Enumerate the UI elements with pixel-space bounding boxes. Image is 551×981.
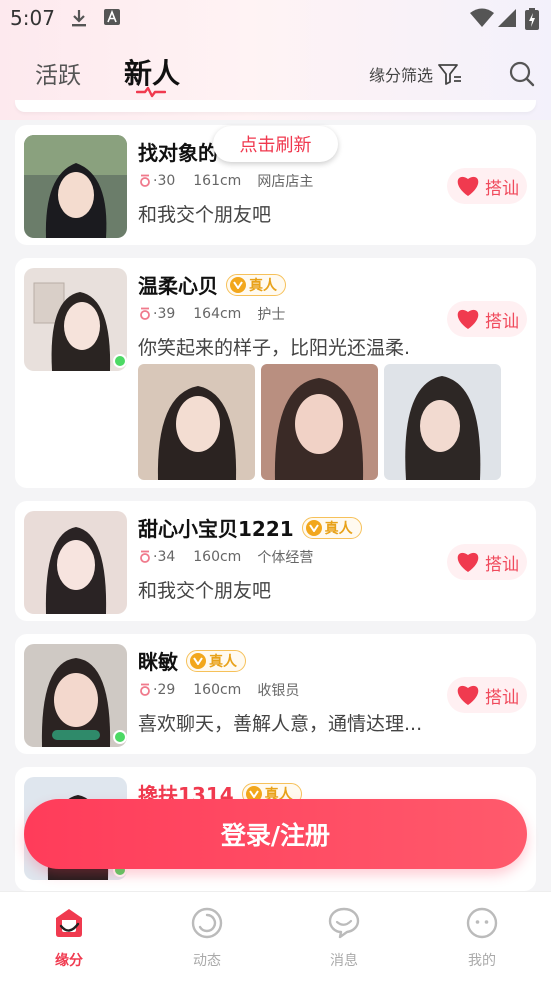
user-name: 温柔心贝 [138, 274, 218, 298]
verified-label: 真人 [249, 277, 277, 294]
wifi-icon [470, 8, 494, 27]
refresh-button[interactable]: 点击刷新 [213, 126, 338, 162]
tab-active-indicator [136, 86, 166, 98]
nav-item-moments[interactable]: 动态 [167, 906, 247, 970]
chat-up-label: 搭讪 [485, 554, 519, 575]
user-job: 网店店主 [257, 174, 314, 190]
nav-item-messages[interactable]: 消息 [304, 906, 384, 970]
user-photo[interactable] [138, 364, 255, 480]
verified-check-icon [190, 652, 206, 669]
user-name: 甜心小宝贝1221 [138, 517, 294, 541]
filter-label: 缘分筛选 [369, 66, 434, 85]
user-photo[interactable] [384, 364, 501, 480]
status-bar: 5:07 [0, 0, 551, 36]
nav-item-profile[interactable]: 我的 [442, 906, 522, 970]
user-info: ·29 160cm 收银员 [139, 680, 299, 700]
verified-label: 真人 [209, 653, 237, 670]
verified-check-icon [230, 276, 246, 293]
download-icon [72, 10, 86, 27]
user-card[interactable]: 甜心小宝贝1221 真人 ·34 160cm 个体经营 和我交个朋友吧 搭讪 [15, 501, 536, 621]
signal-icon [498, 9, 516, 27]
user-card[interactable]: 眯敏 真人 ·29 160cm 收银员 喜欢聊天，善解人意，通情达理... 搭讪 [15, 634, 536, 754]
chat-up-button[interactable]: 搭讪 [447, 301, 527, 337]
user-info: ·34 160cm 个体经营 [139, 547, 313, 567]
chat-up-button[interactable]: 搭讪 [447, 544, 527, 580]
nav-label: 动态 [193, 953, 221, 969]
user-job: 护士 [257, 307, 286, 323]
photo-gallery [138, 364, 501, 480]
chat-up-label: 搭讪 [485, 178, 519, 199]
user-height: 164cm [193, 306, 242, 322]
user-age: ·29 [153, 682, 176, 698]
top-header: 活跃 新人 缘分筛选 [0, 44, 551, 104]
heart-icon [457, 176, 479, 196]
user-name: 找对象的 [138, 141, 218, 165]
heart-icon [457, 309, 479, 329]
avatar[interactable] [24, 644, 127, 747]
verified-badge: 真人 [226, 273, 286, 296]
heart-icon [457, 685, 479, 705]
user-height: 161cm [193, 173, 242, 189]
user-job: 个体经营 [257, 550, 314, 566]
moments-icon [191, 907, 223, 939]
user-photo[interactable] [261, 364, 378, 480]
login-register-button[interactable]: 登录/注册 [24, 799, 527, 869]
user-age: ·34 [153, 549, 176, 565]
search-icon[interactable] [508, 60, 536, 88]
user-age: ·39 [153, 306, 176, 322]
female-icon [140, 550, 150, 563]
verified-label: 真人 [324, 520, 353, 537]
female-icon [140, 683, 150, 696]
list-top-edge [15, 100, 536, 112]
nav-label: 消息 [330, 953, 358, 969]
verified-badge: 真人 [186, 649, 246, 672]
nav-label: 我的 [468, 953, 496, 969]
female-icon [140, 307, 150, 320]
user-name: 眯敏 [138, 650, 178, 674]
user-bio: 你笑起来的样子，比阳光还温柔. [138, 337, 411, 359]
profile-icon [466, 907, 498, 939]
online-indicator [113, 730, 127, 744]
user-bio: 喜欢聊天，善解人意，通情达理... [138, 713, 423, 735]
chat-up-button[interactable]: 搭讪 [447, 168, 527, 204]
chat-up-button[interactable]: 搭讪 [447, 677, 527, 713]
user-card[interactable]: 温柔心贝 真人 ·39 164cm 护士 你笑起来的样子，比阳光还温柔. 搭讪 [15, 258, 536, 488]
avatar[interactable] [24, 511, 127, 614]
user-bio: 和我交个朋友吧 [138, 204, 272, 226]
verified-badge: 真人 [301, 516, 362, 539]
status-time: 5:07 [10, 6, 55, 30]
nav-item-fate[interactable]: 缘分 [29, 906, 109, 970]
user-height: 160cm [193, 549, 242, 565]
heart-icon [457, 552, 479, 572]
user-bio: 和我交个朋友吧 [138, 580, 272, 602]
chat-up-label: 搭讪 [485, 311, 519, 332]
nav-label: 缘分 [55, 953, 83, 969]
battery-icon [525, 8, 539, 30]
text-a-icon [104, 9, 120, 25]
bottom-nav: 缘分 动态 消息 我的 [0, 891, 551, 981]
message-icon [328, 907, 360, 939]
female-icon [140, 174, 150, 187]
user-height: 160cm [193, 682, 242, 698]
home-heart-icon [56, 909, 82, 937]
filter-icon [438, 64, 462, 85]
user-info: ·30 161cm 网店店主 [139, 171, 313, 191]
tab-active-users[interactable]: 活跃 [35, 56, 81, 90]
verified-check-icon [305, 519, 322, 536]
avatar[interactable] [24, 135, 127, 238]
online-indicator [113, 354, 127, 368]
avatar[interactable] [24, 268, 127, 371]
user-job: 收银员 [257, 683, 300, 699]
user-age: ·30 [153, 173, 176, 189]
user-info: ·39 164cm 护士 [139, 304, 285, 324]
fate-filter-button[interactable]: 缘分筛选 [369, 62, 463, 86]
chat-up-label: 搭讪 [485, 687, 519, 708]
